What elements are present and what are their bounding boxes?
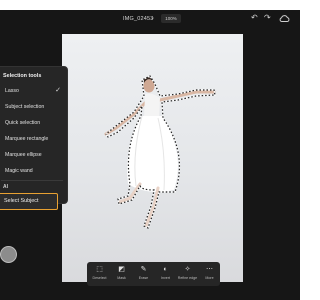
tool-marquee-ellipse[interactable]: Marquee ellipse (0, 149, 69, 163)
select-subject-label: Select Subject (4, 198, 39, 204)
cloud-icon[interactable] (279, 15, 290, 22)
chevron-down-icon[interactable]: ⌄ (150, 14, 155, 21)
ballerina-image (104, 75, 216, 273)
color-swatch-button[interactable] (0, 246, 17, 263)
tool-label: Magic wand (5, 168, 33, 174)
tool-magic-wand[interactable]: Magic wand (0, 165, 69, 179)
tool-label: Marquee rectangle (5, 136, 49, 142)
mask-button[interactable]: ◩ Mask (111, 262, 132, 286)
erase-label: Erase (138, 276, 149, 280)
more-label: More (205, 276, 214, 280)
more-icon: ⋯ (206, 266, 213, 273)
checkmark-icon: ✓ (55, 87, 61, 94)
mask-icon: ◩ (118, 266, 125, 273)
zoom-level[interactable]: 100% (161, 14, 181, 23)
invert-label: Invert (161, 276, 170, 280)
top-bar: IMG_02453 ⌄ 100% ↶ ↷ (0, 10, 300, 28)
redo-icon[interactable]: ↷ (264, 13, 271, 23)
mask-label: Mask (117, 276, 126, 280)
select-subject-button[interactable]: Select Subject (0, 193, 58, 210)
panel-title: Selection tools (3, 73, 42, 79)
invert-icon: ◐ (163, 266, 168, 273)
tool-label: Marquee ellipse (5, 152, 42, 158)
refine-edge-icon: ✧ (184, 266, 191, 273)
refine-edge-label: Refine edge (177, 276, 198, 280)
tool-label: Lasso (5, 88, 19, 94)
deselect-label: Deselect (92, 276, 107, 280)
erase-button[interactable]: ✎ Erase (133, 262, 154, 286)
tool-subject-selection[interactable]: Subject selection (0, 101, 69, 115)
deselect-button[interactable]: ⬚ Deselect (89, 262, 110, 286)
document-title[interactable]: IMG_02453 (123, 16, 154, 22)
invert-button[interactable]: ◐ Invert (155, 262, 176, 286)
undo-icon[interactable]: ↶ (251, 13, 258, 23)
refine-edge-button[interactable]: ✧ Refine edge (177, 262, 198, 286)
tool-lasso[interactable]: Lasso ✓ (0, 85, 69, 99)
tool-label: Quick selection (5, 120, 41, 126)
panel-divider (1, 180, 63, 181)
more-button[interactable]: ⋯ More (199, 262, 220, 286)
app-window: IMG_02453 ⌄ 100% ↶ ↷ Selection tools Las… (0, 10, 300, 300)
tool-label: Subject selection (5, 104, 45, 110)
selection-tools-panel: Selection tools Lasso ✓ Subject selectio… (0, 66, 69, 210)
erase-icon: ✎ (140, 266, 147, 273)
tool-quick-selection[interactable]: Quick selection (0, 117, 69, 131)
deselect-icon: ⬚ (96, 266, 103, 273)
image-canvas[interactable] (62, 34, 243, 282)
screenshot-frame: IMG_02453 ⌄ 100% ↶ ↷ Selection tools Las… (0, 0, 300, 300)
ai-section-label: AI (3, 184, 8, 190)
tool-marquee-rectangle[interactable]: Marquee rectangle (0, 133, 69, 147)
selection-action-toolbar: ⬚ Deselect ◩ Mask ✎ Erase ◐ Invert ✧ Ref… (87, 262, 220, 286)
